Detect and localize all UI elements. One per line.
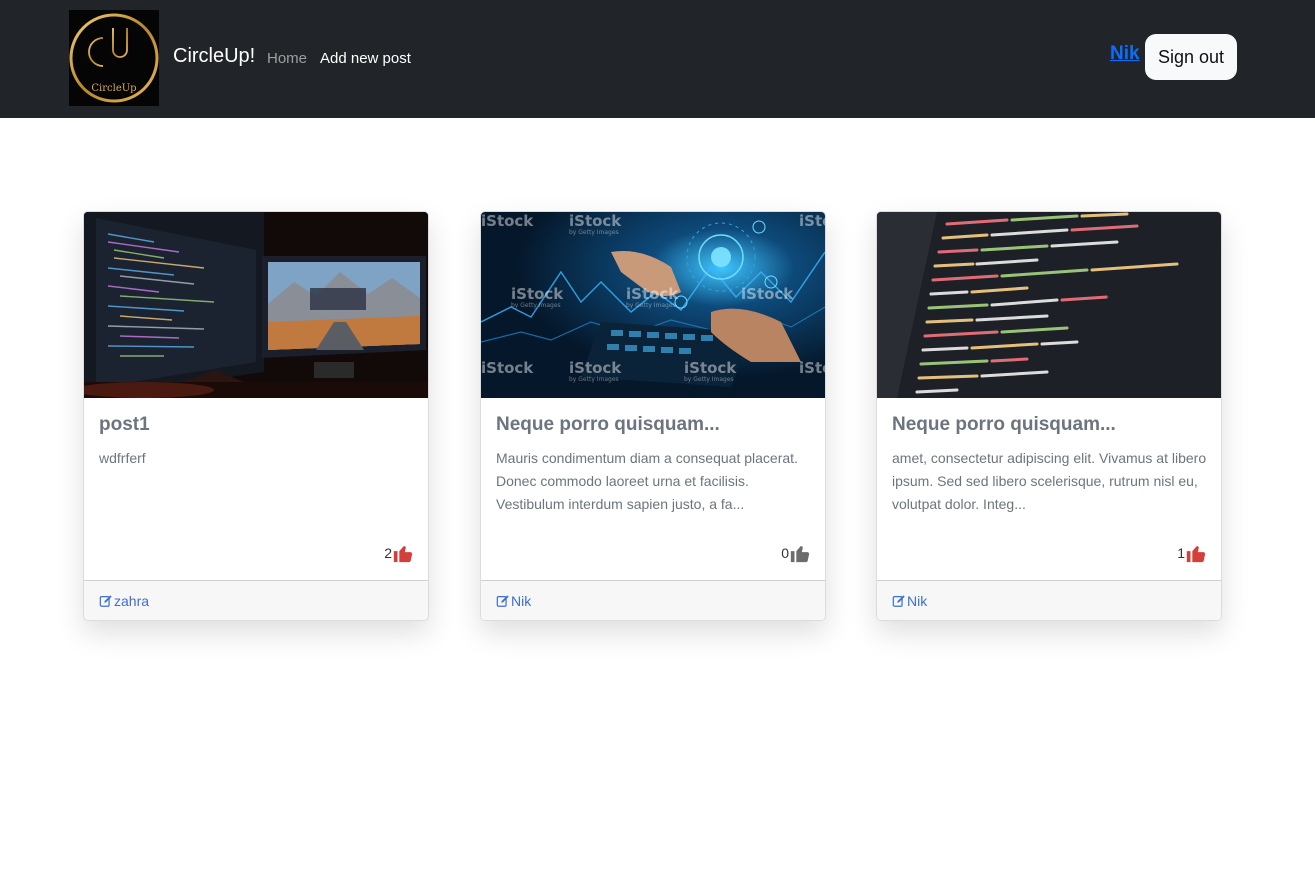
svg-text:iStock: iStock xyxy=(626,285,679,303)
svg-text:iStock: iStock xyxy=(741,285,794,303)
post-image: iStock iStock iStock iStock iStock iStoc… xyxy=(481,212,825,398)
sign-out-button[interactable]: Sign out xyxy=(1145,34,1237,80)
svg-text:iStock: iStock xyxy=(799,359,825,377)
svg-text:CircleUp: CircleUp xyxy=(91,83,136,94)
post-image xyxy=(877,212,1221,398)
nav-link-add-new-post[interactable]: Add new post xyxy=(320,50,411,67)
svg-text:iStock: iStock xyxy=(481,212,534,230)
author-name: Nik xyxy=(907,593,928,609)
nav-link-home[interactable]: Home xyxy=(267,50,307,67)
author-link[interactable]: Nik xyxy=(892,593,927,609)
circleup-logo[interactable]: CircleUp xyxy=(69,10,159,106)
edit-icon xyxy=(99,595,112,607)
post-footer: Nik xyxy=(877,580,1221,620)
post-title[interactable]: post1 xyxy=(99,414,150,436)
post-body: wdfrferf xyxy=(99,450,146,466)
brand-name[interactable]: CircleUp! xyxy=(173,45,255,68)
svg-text:iStock: iStock xyxy=(799,212,825,230)
svg-text:iStock: iStock xyxy=(684,359,737,377)
like-count: 0 xyxy=(781,545,789,561)
post-card[interactable]: Neque porro quisquam... amet, consectetu… xyxy=(876,211,1222,621)
post-card[interactable]: iStock iStock iStock iStock iStock iStoc… xyxy=(480,211,826,621)
like-control[interactable]: 2 xyxy=(384,542,414,564)
thumbs-up-icon[interactable] xyxy=(392,542,414,564)
svg-text:iStock: iStock xyxy=(511,285,564,303)
edit-icon xyxy=(496,595,509,607)
like-control[interactable]: 0 xyxy=(781,542,811,564)
post-card[interactable]: post1 wdfrferf 2 zahra xyxy=(83,211,429,621)
post-title[interactable]: Neque porro quisquam... xyxy=(892,414,1116,436)
author-link[interactable]: zahra xyxy=(99,593,149,609)
svg-text:by Getty Images: by Getty Images xyxy=(511,302,561,309)
svg-text:iStock: iStock xyxy=(569,212,622,230)
post-title[interactable]: Neque porro quisquam... xyxy=(496,414,720,436)
post-body: amet, consectetur adipiscing elit. Vivam… xyxy=(892,450,1207,512)
post-footer: zahra xyxy=(84,580,428,620)
svg-text:by Getty Images: by Getty Images xyxy=(569,229,619,236)
post-body: Mauris condimentum diam a consequat plac… xyxy=(496,450,798,512)
thumbs-up-icon[interactable] xyxy=(1185,542,1207,564)
author-name: Nik xyxy=(511,593,532,609)
svg-text:by Getty Images: by Getty Images xyxy=(569,376,619,383)
svg-text:by Getty Images: by Getty Images xyxy=(626,302,676,309)
thumbs-up-icon[interactable] xyxy=(789,542,811,564)
svg-text:iStock: iStock xyxy=(569,359,622,377)
author-name: zahra xyxy=(114,593,150,609)
user-profile-link[interactable]: Nik xyxy=(1110,43,1140,65)
svg-text:iStock: iStock xyxy=(481,359,534,377)
edit-icon xyxy=(892,595,905,607)
like-count: 2 xyxy=(384,545,392,561)
author-link[interactable]: Nik xyxy=(496,593,531,609)
like-control[interactable]: 1 xyxy=(1177,542,1207,564)
svg-text:by Getty Images: by Getty Images xyxy=(684,376,734,383)
post-footer: Nik xyxy=(481,580,825,620)
post-image xyxy=(84,212,428,398)
navbar: CircleUp CircleUp! Home Add new post Nik… xyxy=(0,0,1315,118)
like-count: 1 xyxy=(1177,545,1185,561)
